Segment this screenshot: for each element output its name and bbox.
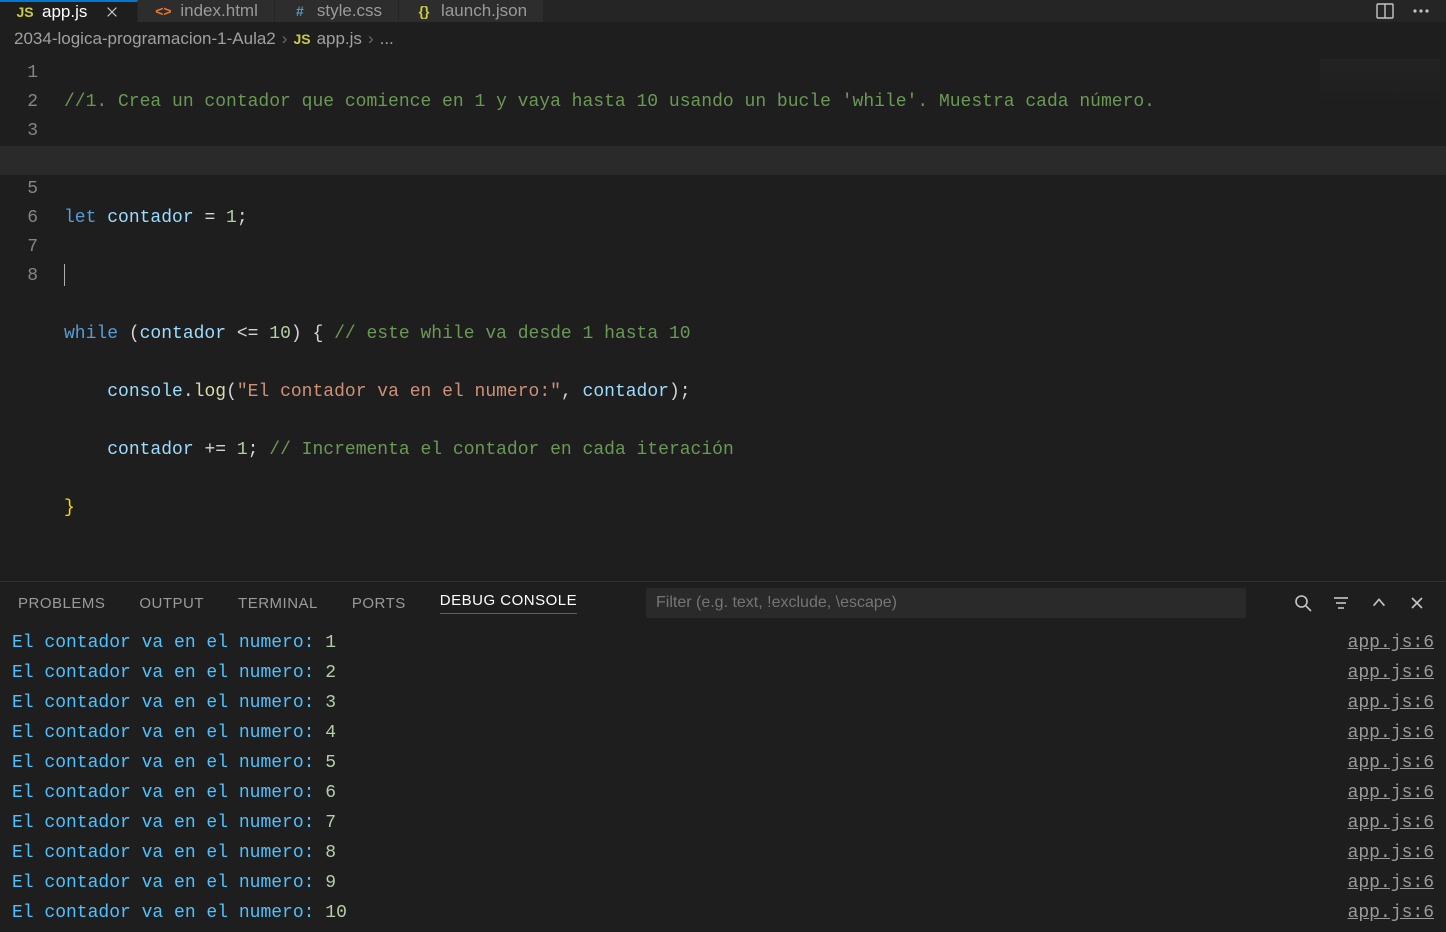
close-panel-icon[interactable] [1406,592,1428,614]
console-row: El contador va en el numero: 8 app.js:6 [12,838,1434,868]
console-source-link[interactable]: app.js:6 [1348,868,1434,898]
editor-tabs: JS app.js <> index.html # style.css {} l… [0,0,1446,23]
json-file-icon: {} [415,2,433,20]
console-message: El contador va en el numero: 9 [12,868,336,898]
tab-style-css[interactable]: # style.css [275,0,399,22]
panel-tab-output[interactable]: OUTPUT [139,595,204,612]
close-icon[interactable] [103,3,121,21]
breadcrumb-file[interactable]: app.js [317,29,362,49]
console-row: El contador va en el numero: 3 app.js:6 [12,688,1434,718]
console-source-link[interactable]: app.js:6 [1348,628,1434,658]
js-file-icon: JS [16,3,34,21]
tab-app-js[interactable]: JS app.js [0,0,138,22]
console-message: El contador va en el numero: 4 [12,718,336,748]
console-source-link[interactable]: app.js:6 [1348,808,1434,838]
console-row: El contador va en el numero: 7 app.js:6 [12,808,1434,838]
console-source-link[interactable]: app.js:6 [1348,658,1434,688]
code-content[interactable]: //1. Crea un contador que comience en 1 … [64,55,1155,581]
search-icon[interactable] [1292,592,1314,614]
console-row: El contador va en el numero: 5 app.js:6 [12,748,1434,778]
text-cursor [64,264,65,286]
panel-tabs: PROBLEMS OUTPUT TERMINAL PORTS DEBUG CON… [0,582,1446,624]
tab-label: index.html [180,1,257,21]
panel-filter [646,588,1246,618]
console-message: El contador va en el numero: 7 [12,808,336,838]
breadcrumb-folder[interactable]: 2034-logica-programacion-1-Aula2 [14,29,276,49]
html-file-icon: <> [154,2,172,20]
minimap[interactable] [1320,59,1440,119]
console-source-link[interactable]: app.js:6 [1348,838,1434,868]
debug-console-output[interactable]: El contador va en el numero: 1app.js:6El… [0,624,1446,932]
tab-label: launch.json [441,1,527,21]
panel-tab-problems[interactable]: PROBLEMS [18,595,105,612]
filter-icon[interactable] [1330,592,1352,614]
console-row: El contador va en el numero: 2 app.js:6 [12,658,1434,688]
console-message: El contador va en el numero: 3 [12,688,336,718]
console-source-link[interactable]: app.js:6 [1348,748,1434,778]
console-message: El contador va en el numero: 8 [12,838,336,868]
js-file-icon: JS [293,31,310,47]
tab-index-html[interactable]: <> index.html [138,0,274,22]
panel-tab-debug-console[interactable]: DEBUG CONSOLE [440,592,577,614]
code-editor[interactable]: 1 2 3 4 5 6 7 8 //1. Crea un contador qu… [0,55,1446,581]
console-source-link[interactable]: app.js:6 [1348,718,1434,748]
console-row: El contador va en el numero: 1 app.js:6 [12,628,1434,658]
console-row: El contador va en el numero: 10 app.js:6 [12,898,1434,928]
split-editor-icon[interactable] [1374,0,1396,22]
filter-input[interactable] [646,588,1246,618]
panel-tab-ports[interactable]: PORTS [352,595,406,612]
console-row: El contador va en el numero: 9 app.js:6 [12,868,1434,898]
console-message: El contador va en el numero: 5 [12,748,336,778]
console-source-link[interactable]: app.js:6 [1348,898,1434,928]
console-row: El contador va en el numero: 6 app.js:6 [12,778,1434,808]
chevron-right-icon: › [282,29,288,49]
bottom-panel: PROBLEMS OUTPUT TERMINAL PORTS DEBUG CON… [0,581,1446,932]
breadcrumb-trail[interactable]: ... [380,29,394,49]
console-message: El contador va en el numero: 6 [12,778,336,808]
console-message: El contador va en el numero: 2 [12,658,336,688]
console-message: El contador va en el numero: 10 [12,898,347,928]
line-gutter: 1 2 3 4 5 6 7 8 [0,55,64,581]
tab-launch-json[interactable]: {} launch.json [399,0,544,22]
console-source-link[interactable]: app.js:6 [1348,688,1434,718]
tab-label: style.css [317,1,382,21]
css-file-icon: # [291,2,309,20]
chevron-right-icon: › [368,29,374,49]
breadcrumb[interactable]: 2034-logica-programacion-1-Aula2 › JS ap… [0,23,1446,55]
tab-label: app.js [42,2,87,22]
panel-tab-terminal[interactable]: TERMINAL [238,595,318,612]
chevron-up-icon[interactable] [1368,592,1390,614]
editor-actions [1374,0,1446,22]
more-actions-icon[interactable] [1410,0,1432,22]
console-source-link[interactable]: app.js:6 [1348,778,1434,808]
panel-actions [1292,592,1428,614]
console-row: El contador va en el numero: 4 app.js:6 [12,718,1434,748]
console-message: El contador va en el numero: 1 [12,628,336,658]
